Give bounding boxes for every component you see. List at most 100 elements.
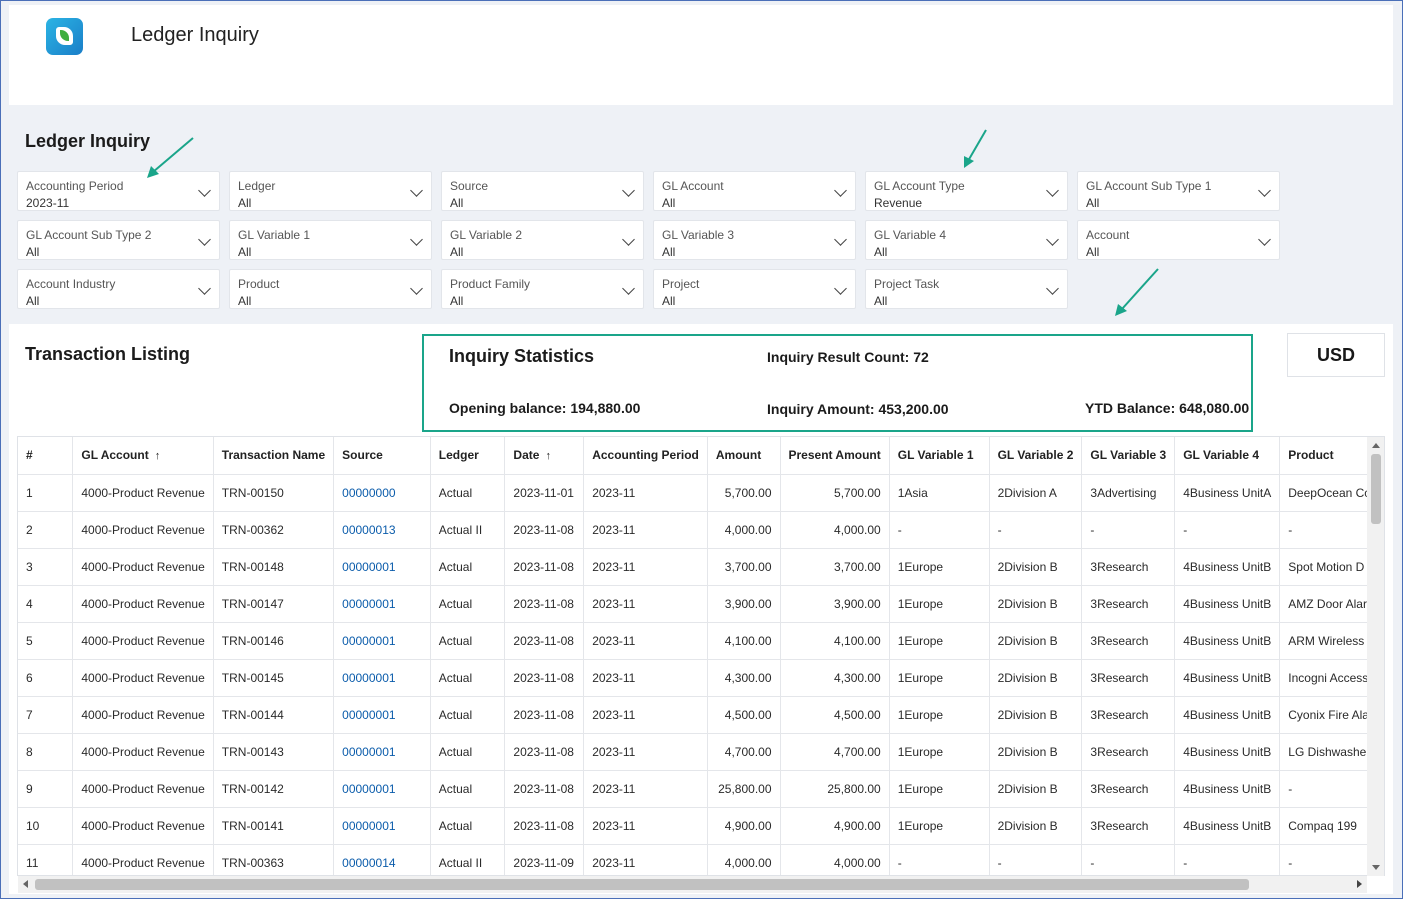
chevron-down-icon[interactable] [1046, 282, 1059, 295]
table-row[interactable]: 7 4000-Product Revenue TRN-00144 00000001 Ac… [18, 696, 1384, 734]
filter-gl-account-sub-type-1[interactable]: GL Account Sub Type 1 All [1077, 171, 1280, 211]
table-row[interactable]: 8 4000-Product Revenue TRN-00143 00000001 Ac… [18, 733, 1384, 771]
filter-gl-variable-3[interactable]: GL Variable 3 All [653, 220, 856, 260]
currency-selector[interactable]: USD [1287, 333, 1385, 377]
scroll-down-icon[interactable] [1372, 865, 1380, 870]
filter-source[interactable]: Source All [441, 171, 644, 211]
filter-account[interactable]: Account All [1077, 220, 1280, 260]
source-link[interactable]: 00000001 [333, 622, 431, 660]
table-cell: 4,100.00 [707, 622, 781, 660]
table-row[interactable]: 4 4000-Product Revenue TRN-00147 00000001 Ac… [18, 585, 1384, 623]
table-cell: TRN-00141 [213, 807, 335, 845]
table-row[interactable]: 10 4000-Product Revenue TRN-00141 00000001 A… [18, 807, 1384, 845]
vertical-scroll-thumb[interactable] [1371, 454, 1381, 524]
column-header[interactable]: GL Variable 1 [889, 437, 990, 475]
horizontal-scrollbar[interactable] [18, 876, 1367, 893]
column-header-label: Accounting Period [592, 448, 699, 463]
column-header[interactable]: Source [333, 437, 431, 475]
column-header[interactable]: Accounting Period [583, 437, 708, 475]
table-row[interactable]: 2 4000-Product Revenue TRN-00362 00000013 Ac… [18, 511, 1384, 549]
column-header[interactable]: # [18, 437, 74, 475]
table-cell: 4,000.00 [780, 844, 890, 875]
chevron-down-icon[interactable] [1258, 184, 1271, 197]
source-link[interactable]: 00000014 [333, 844, 431, 875]
filter-project-task[interactable]: Project Task All [865, 269, 1068, 309]
table-row[interactable]: 1 4000-Product Revenue TRN-00150 00000000 Ac… [18, 474, 1384, 512]
column-header[interactable]: Amount [707, 437, 781, 475]
table-cell: TRN-00146 [213, 622, 335, 660]
filter-gl-variable-2[interactable]: GL Variable 2 All [441, 220, 644, 260]
table-cell: 4000-Product Revenue [72, 807, 214, 845]
table-cell: 2023-11-08 [504, 585, 585, 623]
arrow-up-icon[interactable]: ↑ [155, 450, 161, 462]
source-link[interactable]: 00000013 [333, 511, 431, 549]
filter-gl-account[interactable]: GL Account All [653, 171, 856, 211]
filter-product[interactable]: Product All [229, 269, 432, 309]
filter-label: Account [1086, 228, 1130, 242]
source-link[interactable]: 00000001 [333, 548, 431, 586]
source-link[interactable]: 00000001 [333, 696, 431, 734]
table-cell: 2023-11 [583, 548, 708, 586]
source-link[interactable]: 00000001 [333, 733, 431, 771]
chevron-down-icon[interactable] [1258, 233, 1271, 246]
chevron-down-icon[interactable] [198, 282, 211, 295]
horizontal-scroll-thumb[interactable] [35, 879, 1249, 890]
filter-ledger[interactable]: Ledger All [229, 171, 432, 211]
source-link[interactable]: 00000000 [333, 474, 431, 512]
column-header[interactable]: Ledger [430, 437, 506, 475]
chevron-down-icon[interactable] [198, 233, 211, 246]
chevron-down-icon[interactable] [1046, 233, 1059, 246]
chevron-down-icon[interactable] [622, 233, 635, 246]
filter-gl-variable-4[interactable]: GL Variable 4 All [865, 220, 1068, 260]
filter-value: All [1086, 245, 1100, 259]
filter-project[interactable]: Project All [653, 269, 856, 309]
chevron-down-icon[interactable] [410, 282, 423, 295]
column-header[interactable]: Date ↑ [504, 437, 585, 475]
chevron-down-icon[interactable] [834, 282, 847, 295]
scroll-right-icon[interactable] [1357, 880, 1362, 888]
column-header-label: Date [513, 448, 540, 463]
chevron-down-icon[interactable] [410, 184, 423, 197]
table-cell: 3 [18, 548, 74, 586]
arrow-up-icon[interactable]: ↑ [545, 450, 551, 462]
filter-gl-account-sub-type-2[interactable]: GL Account Sub Type 2 All [17, 220, 220, 260]
chevron-down-icon[interactable] [834, 184, 847, 197]
chevron-down-icon[interactable] [622, 282, 635, 295]
column-header[interactable]: Transaction Name [213, 437, 335, 475]
chevron-down-icon[interactable] [198, 184, 211, 197]
chevron-down-icon[interactable] [622, 184, 635, 197]
table-cell: 2023-11-08 [504, 622, 585, 660]
filter-accounting-period[interactable]: Accounting Period 2023-11 [17, 171, 220, 211]
column-header[interactable]: GL Variable 4 [1174, 437, 1281, 475]
table-cell: 2023-11 [583, 511, 708, 549]
table-row[interactable]: 9 4000-Product Revenue TRN-00142 00000001 Ac… [18, 770, 1384, 808]
column-header[interactable]: Present Amount [780, 437, 890, 475]
source-link[interactable]: 00000001 [333, 807, 431, 845]
transaction-table-wrapper: # GL Account ↑ Transaction Name Source Ledger… [17, 436, 1385, 876]
table-cell: 4,100.00 [780, 622, 890, 660]
table-row[interactable]: 11 4000-Product Revenue TRN-00363 00000014 A… [18, 844, 1384, 875]
chevron-down-icon[interactable] [1046, 184, 1059, 197]
chevron-down-icon[interactable] [410, 233, 423, 246]
vertical-scrollbar[interactable] [1367, 437, 1384, 876]
source-link[interactable]: 00000001 [333, 659, 431, 697]
filter-gl-account-type[interactable]: GL Account Type Revenue [865, 171, 1068, 211]
column-header[interactable]: GL Variable 2 [989, 437, 1083, 475]
filter-value: All [874, 294, 888, 308]
table-row[interactable]: 3 4000-Product Revenue TRN-00148 00000001 Ac… [18, 548, 1384, 586]
filter-label: GL Account [662, 179, 724, 193]
table-cell: 2023-11 [583, 733, 708, 771]
source-link[interactable]: 00000001 [333, 585, 431, 623]
filter-product-family[interactable]: Product Family All [441, 269, 644, 309]
column-header[interactable]: GL Account ↑ [72, 437, 214, 475]
scroll-left-icon[interactable] [23, 880, 28, 888]
table-row[interactable]: 5 4000-Product Revenue TRN-00146 00000001 Ac… [18, 622, 1384, 660]
filter-account-industry[interactable]: Account Industry All [17, 269, 220, 309]
column-header[interactable]: GL Variable 3 [1081, 437, 1176, 475]
scroll-up-icon[interactable] [1372, 443, 1380, 448]
chevron-down-icon[interactable] [834, 233, 847, 246]
filter-label: Project Task [874, 277, 940, 291]
filter-gl-variable-1[interactable]: GL Variable 1 All [229, 220, 432, 260]
source-link[interactable]: 00000001 [333, 770, 431, 808]
table-row[interactable]: 6 4000-Product Revenue TRN-00145 00000001 Ac… [18, 659, 1384, 697]
